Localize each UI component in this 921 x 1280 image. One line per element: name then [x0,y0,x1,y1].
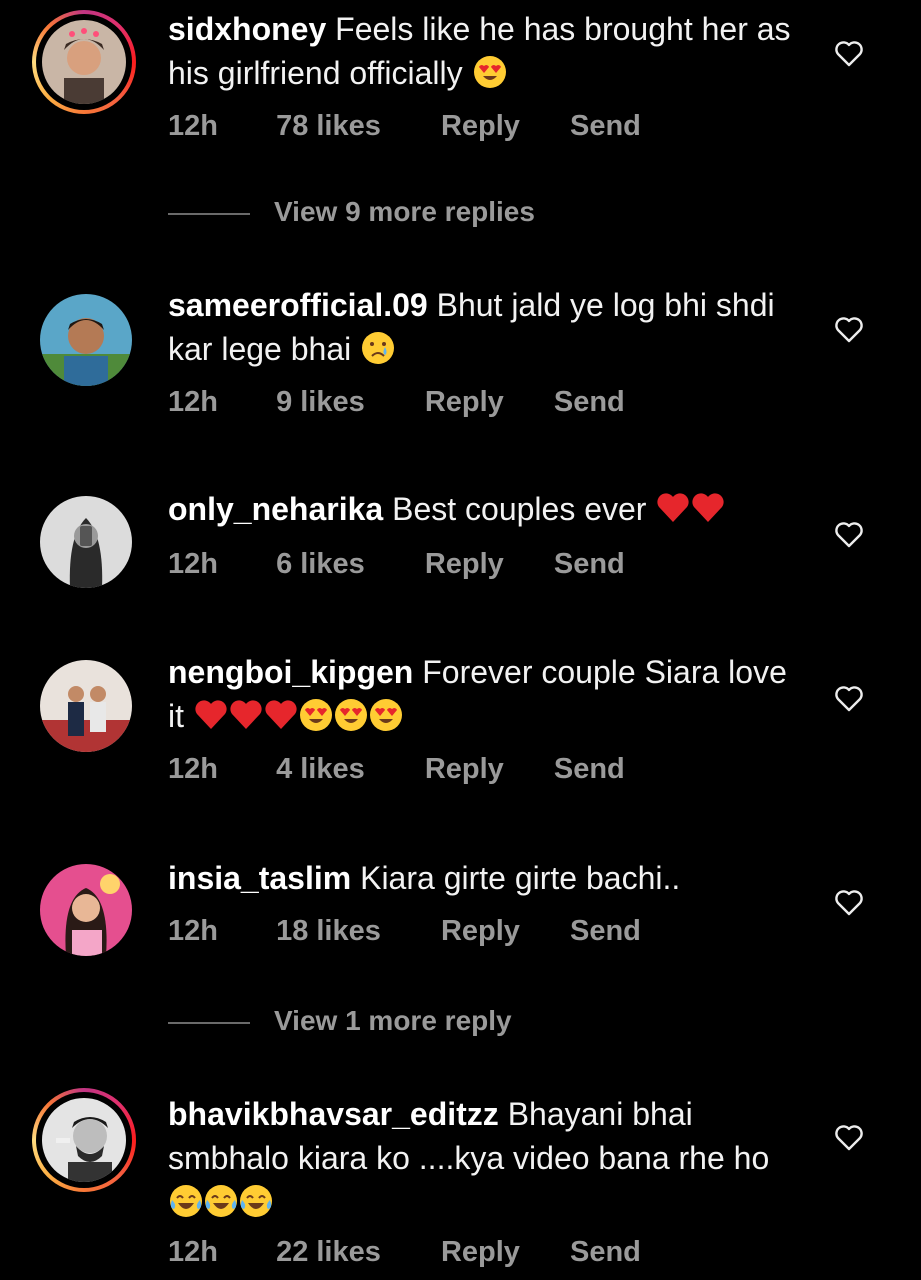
heart-eyes-emoji-icon [299,698,333,732]
comment-username[interactable]: sameerofficial.09 [168,287,428,323]
comment-text: only_neharika Best couples ever [168,487,808,531]
tears-of-joy-emoji-icon [169,1184,203,1218]
heart-icon[interactable] [833,37,865,69]
view-more-label: View 1 more reply [274,1005,512,1036]
comment-username[interactable]: bhavikbhavsar_editzz [168,1096,499,1132]
send-button[interactable]: Send [570,110,641,143]
avatar-image [40,864,132,956]
tears-of-joy-emoji-icon [204,1184,238,1218]
likes-count[interactable]: 6 likes [276,548,365,581]
comment-text: bhavikbhavsar_editzz Bhayani bhai smbhal… [168,1092,808,1224]
divider-line [168,212,250,215]
heart-icon[interactable] [833,682,865,714]
comment-time: 12h [168,753,218,785]
view-more-label: View 9 more replies [274,196,535,227]
divider-line [168,1021,250,1024]
heart-eyes-emoji-icon [369,698,403,732]
comment-meta: 12h 78 likes Reply Send [168,110,641,143]
reply-button[interactable]: Reply [425,548,504,581]
heart-icon[interactable] [833,886,865,918]
likes-count[interactable]: 4 likes [276,753,365,786]
red-heart-emoji-icon [264,698,298,732]
view-more-replies-link[interactable]: View 1 more reply [168,1005,512,1037]
avatar[interactable] [32,856,136,960]
comment-meta: 12h 18 likes Reply Send [168,915,641,948]
heart-eyes-emoji-icon [473,55,507,89]
likes-count[interactable]: 18 likes [276,915,381,948]
red-heart-emoji-icon [194,698,228,732]
send-button[interactable]: Send [570,1236,641,1269]
red-heart-emoji-icon [691,491,725,525]
avatar-image [40,294,132,386]
avatar-image [40,496,132,588]
send-button[interactable]: Send [554,548,625,581]
reply-button[interactable]: Reply [425,386,504,419]
avatar-image [42,20,126,104]
likes-count[interactable]: 9 likes [276,386,365,419]
comment-username[interactable]: insia_taslim [168,860,351,896]
avatar[interactable] [32,1088,136,1192]
comment-meta: 12h 4 likes Reply Send [168,753,625,786]
comment-time: 12h [168,110,218,142]
comment-time: 12h [168,915,218,947]
avatar-image [40,660,132,752]
comment-time: 12h [168,386,218,418]
comment-time: 12h [168,548,218,580]
comment-meta: 12h 22 likes Reply Send [168,1236,641,1269]
comment-meta: 12h 9 likes Reply Send [168,386,625,419]
comment-text: sidxhoney Feels like he has brought her … [168,7,808,95]
avatar-image [42,1098,126,1182]
likes-count[interactable]: 78 likes [276,110,381,143]
comment-username[interactable]: nengboi_kipgen [168,654,413,690]
crying-emoji-icon [361,331,395,365]
red-heart-emoji-icon [229,698,263,732]
reply-button[interactable]: Reply [441,915,520,948]
comment-username[interactable]: only_neharika [168,491,383,527]
reply-button[interactable]: Reply [441,1236,520,1269]
tears-of-joy-emoji-icon [239,1184,273,1218]
view-more-replies-link[interactable]: View 9 more replies [168,196,535,228]
comment-body: Kiara girte girte bachi.. [360,860,681,896]
reply-button[interactable]: Reply [425,753,504,786]
avatar[interactable] [32,10,136,114]
send-button[interactable]: Send [554,753,625,786]
send-button[interactable]: Send [570,915,641,948]
heart-icon[interactable] [833,313,865,345]
send-button[interactable]: Send [554,386,625,419]
heart-icon[interactable] [833,1121,865,1153]
comment-text: nengboi_kipgen Forever couple Siara love… [168,650,808,738]
comment-meta: 12h 6 likes Reply Send [168,548,625,581]
likes-count[interactable]: 22 likes [276,1236,381,1269]
comment-username[interactable]: sidxhoney [168,11,326,47]
heart-eyes-emoji-icon [334,698,368,732]
comment-time: 12h [168,1236,218,1268]
avatar[interactable] [32,286,136,390]
avatar[interactable] [32,652,136,756]
heart-icon[interactable] [833,518,865,550]
comment-body: Best couples ever [392,491,647,527]
reply-button[interactable]: Reply [441,110,520,143]
red-heart-emoji-icon [656,491,690,525]
comment-text: sameerofficial.09 Bhut jald ye log bhi s… [168,283,808,371]
comment-text: insia_taslim Kiara girte girte bachi.. [168,856,808,900]
avatar[interactable] [32,488,136,592]
